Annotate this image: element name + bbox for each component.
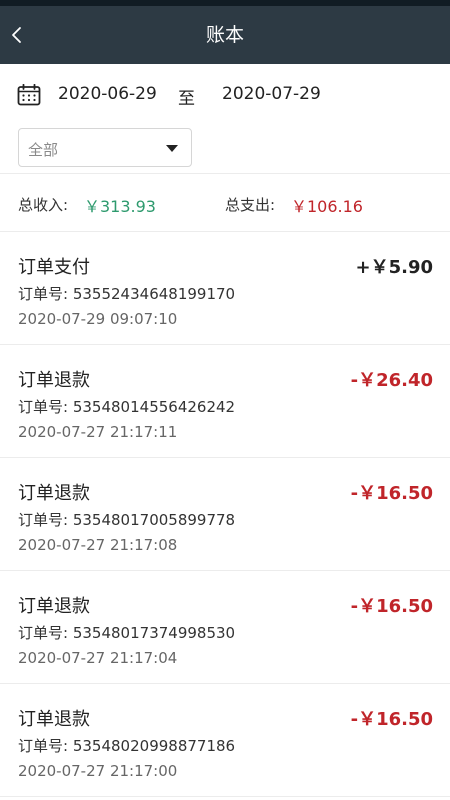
order-number-value: 53552434648199170 [72,285,236,303]
income-label: 总收入: [18,196,69,214]
income-value: ￥313.93 [84,197,156,216]
page-title: 账本 [205,24,244,46]
transaction-time: 2020-07-29 09:07:10 [18,310,178,328]
transaction-amount: -￥26.40 [350,370,433,391]
transaction-amount: -￥16.50 [350,596,433,617]
expense-value: ￥106.16 [291,197,363,216]
calendar-icon[interactable] [17,83,41,106]
order-number-label: 订单号: [18,624,69,642]
transaction-list: 订单支付 +￥5.90 订单号: 53552434648199170 2020-… [0,232,450,797]
transaction-time: 2020-07-27 21:17:11 [18,423,178,441]
transaction-item[interactable]: 订单退款 -￥26.40 订单号: 53548014556426242 2020… [0,345,450,458]
nav-bar: 账本 [0,6,450,64]
filter-selected-value: 全部 [28,141,59,159]
end-date[interactable]: 2020-07-29 [222,84,321,104]
chevron-left-icon [12,27,21,43]
order-number-value: 53548017374998530 [72,624,236,642]
transaction-title: 订单支付 [18,257,90,278]
order-number: 订单号: 53552434648199170 [18,283,235,304]
transaction-amount: +￥5.90 [355,257,434,278]
transaction-item[interactable]: 订单支付 +￥5.90 订单号: 53552434648199170 2020-… [0,232,450,345]
summary: 总收入: ￥313.93 总支出: ￥106.16 [0,174,450,230]
order-number-label: 订单号: [18,398,69,416]
transaction-item[interactable]: 订单退款 -￥16.50 订单号: 53548017374998530 2020… [0,571,450,684]
order-number: 订单号: 53548020998877186 [18,735,235,756]
date-separator: 至 [178,89,195,109]
transaction-title: 订单退款 [18,483,90,504]
back-button[interactable] [6,20,32,50]
order-number: 订单号: 53548014556426242 [18,396,235,417]
type-filter-select[interactable]: 全部 [18,128,192,167]
order-number: 订单号: 53548017374998530 [18,622,235,643]
order-number: 订单号: 53548017005899778 [18,509,235,530]
transaction-title: 订单退款 [18,596,90,617]
start-date[interactable]: 2020-06-29 [58,84,157,104]
caret-down-icon [166,145,178,152]
order-number-value: 53548014556426242 [72,398,236,416]
order-number-value: 53548020998877186 [72,737,236,755]
transaction-amount: -￥16.50 [350,709,433,730]
order-number-label: 订单号: [18,285,69,303]
order-number-label: 订单号: [18,511,69,529]
transaction-time: 2020-07-27 21:17:00 [18,762,178,780]
order-number-label: 订单号: [18,737,69,755]
transaction-item[interactable]: 订单退款 -￥16.50 订单号: 53548020998877186 2020… [0,684,450,797]
transaction-amount: -￥16.50 [350,483,433,504]
transaction-title: 订单退款 [18,709,90,730]
order-number-value: 53548017005899778 [72,511,236,529]
date-range: 2020-06-29 至 2020-07-29 [0,64,450,126]
transaction-time: 2020-07-27 21:17:04 [18,649,178,667]
transaction-time: 2020-07-27 21:17:08 [18,536,178,554]
transaction-item[interactable]: 订单退款 -￥16.50 订单号: 53548017005899778 2020… [0,458,450,571]
transaction-title: 订单退款 [18,370,90,391]
expense-label: 总支出: [225,196,276,214]
